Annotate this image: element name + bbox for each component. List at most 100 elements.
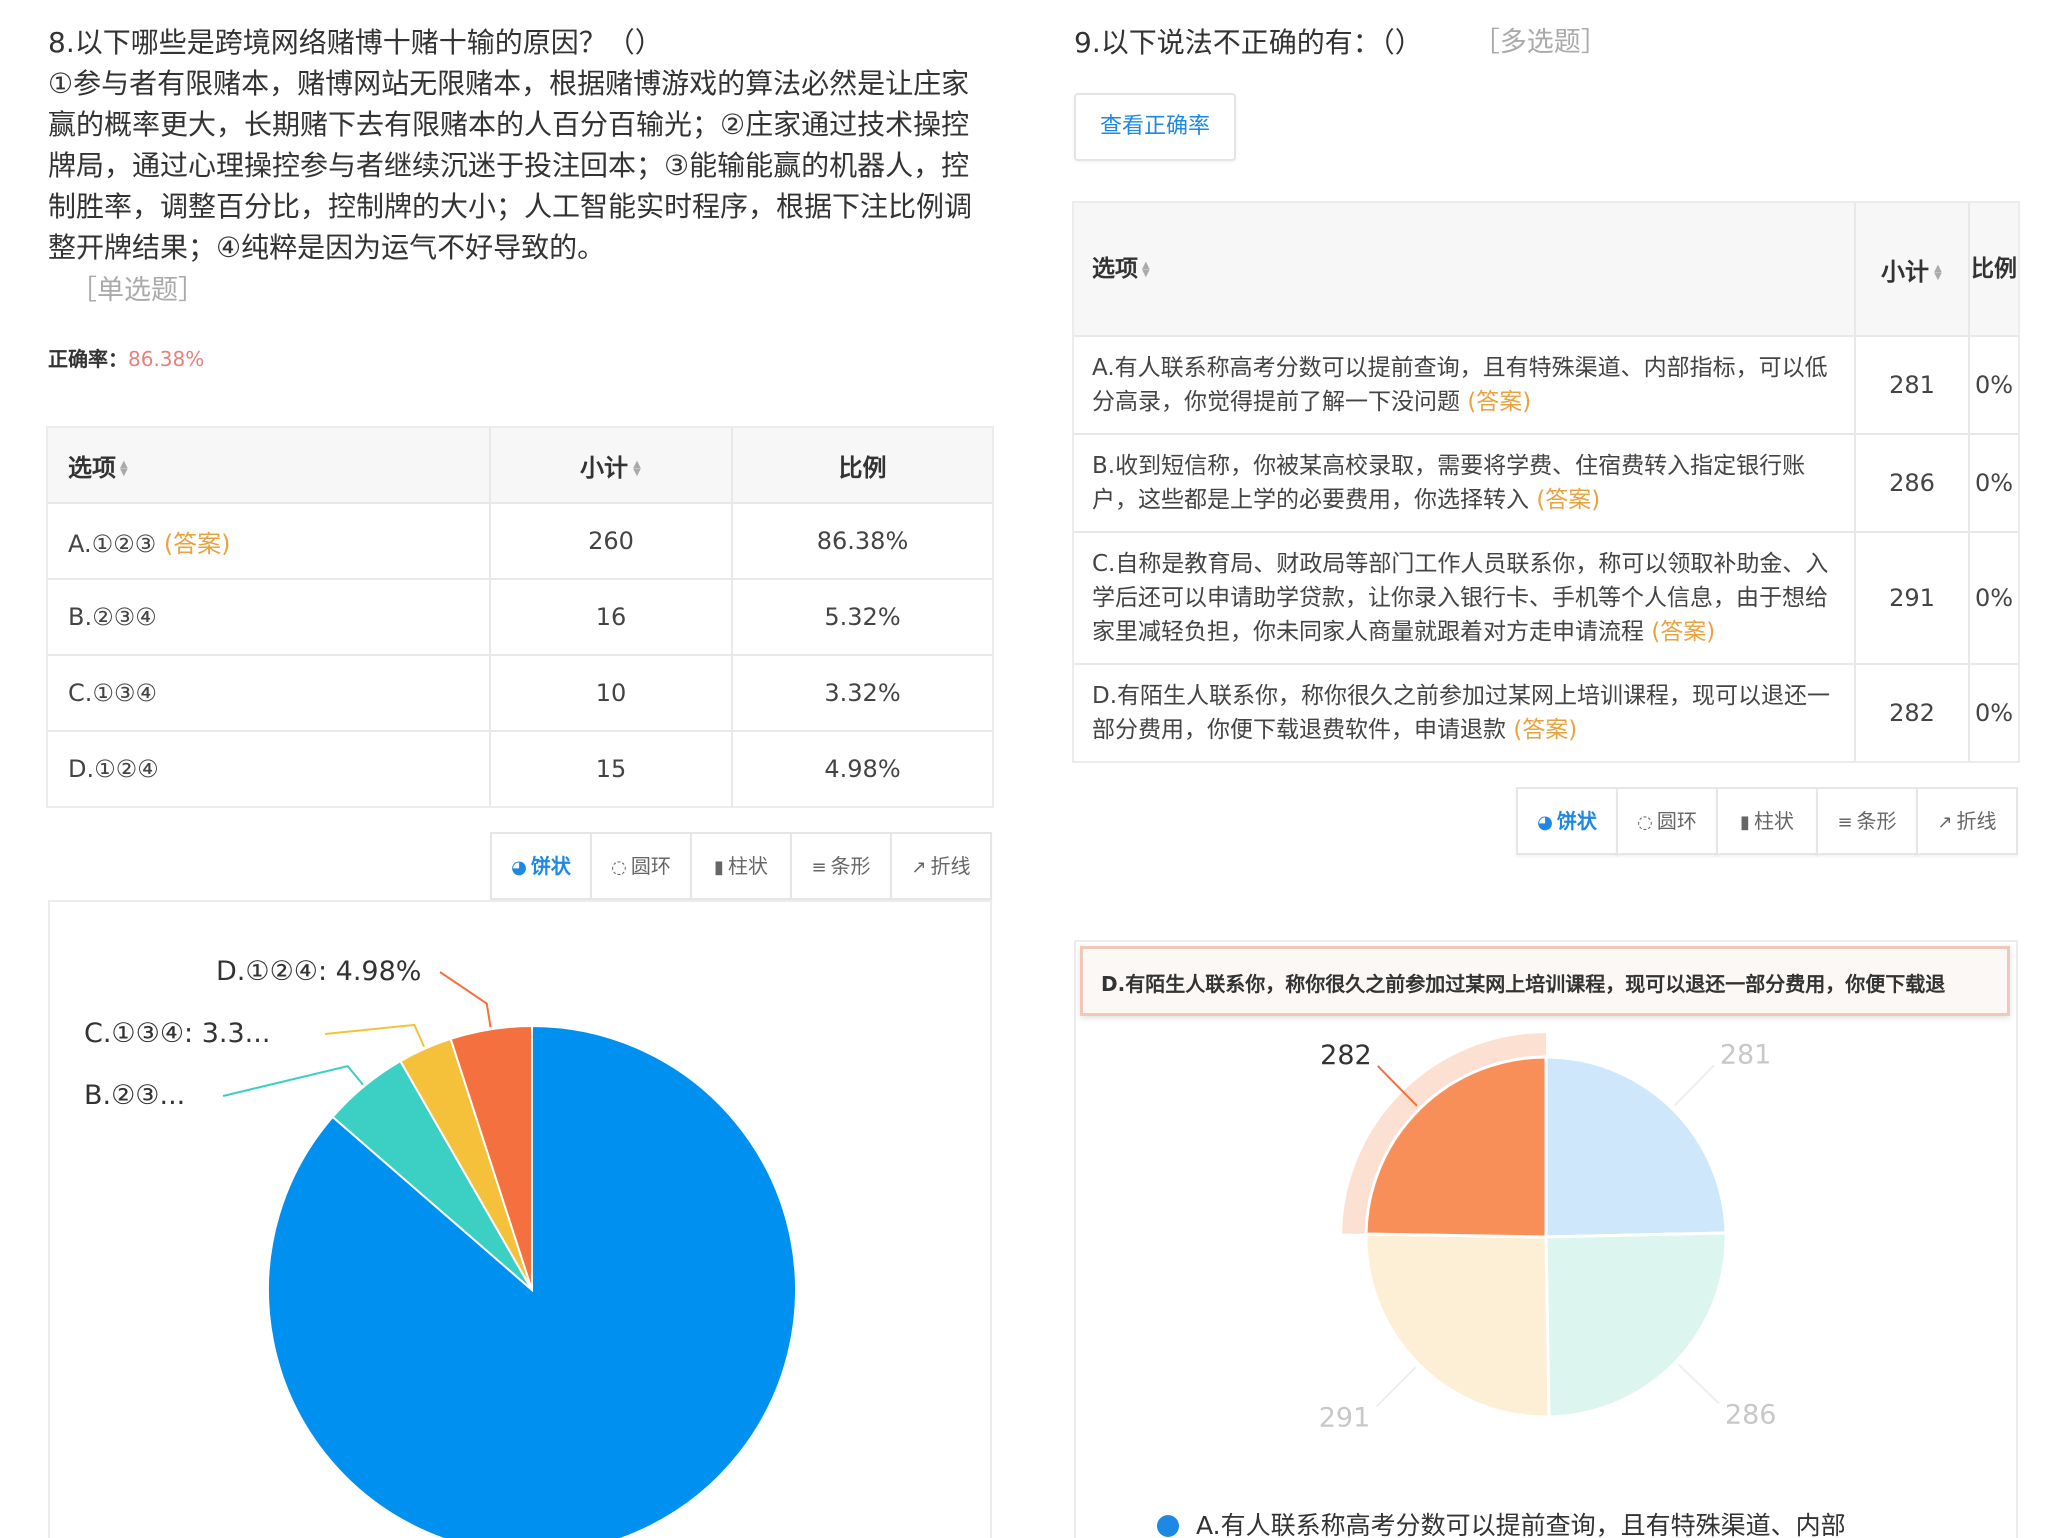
question-8-body: ①参与者有限赌本，赌博网站无限赌本，根据赌博游戏的算法必然是让庄家赢的概率更大，… xyxy=(48,67,973,264)
accuracy-value: 86.38% xyxy=(128,347,205,371)
percent-cell: 3.32% xyxy=(732,654,992,731)
answer-tag: (答案) xyxy=(163,529,231,558)
tab-line[interactable]: ↗ 折线 xyxy=(1916,787,2018,855)
ring-chart-icon: ◌ xyxy=(1637,812,1653,833)
option-cell: C.自称是教育局、财政局等部门工作人员联系你，称可以领取补助金、入学后还可以申请… xyxy=(1074,531,1856,664)
option-cell: D.①②④ xyxy=(48,730,491,806)
sort-icon[interactable]: ▲ ▼ xyxy=(632,459,642,477)
ring-chart-icon: ◌ xyxy=(611,857,627,878)
column-header-option[interactable]: 选项 ▲ ▼ xyxy=(48,428,491,503)
count-cell: 291 xyxy=(1855,531,1970,664)
percent-cell: 86.38% xyxy=(732,502,992,579)
table-row: B.②③④ 16 5.32% xyxy=(48,578,992,655)
question-8-table: 选项 ▲ ▼ 小计 ▲ ▼ 比例 A.①②③ (答案) 260 86.38% B.②③④… xyxy=(48,428,992,806)
tab-column[interactable]: ▮ 柱状 xyxy=(1716,787,1818,855)
sort-icon[interactable]: ▲ ▼ xyxy=(1142,260,1152,278)
option-cell: A.有人联系称高考分数可以提前查询，且有特殊渠道、内部指标，可以低分高录，你觉得… xyxy=(1074,335,1856,434)
chart-type-tabs: ◕ 饼状 ◌ 圆环 ▮ 柱状 ≡ 条形 ↗ 折线 xyxy=(48,832,992,900)
pie-chart-icon: ◕ xyxy=(511,857,527,878)
tab-line[interactable]: ↗ 折线 xyxy=(890,832,992,900)
table-header-row: 选项 ▲ ▼ 小计 ▲ ▼ 比例 xyxy=(48,428,992,503)
legend-item-label: A.有人联系称高考分数可以提前查询，且有特殊渠道、内部 xyxy=(1196,1511,1846,1538)
label-leader-line xyxy=(324,1023,426,1048)
answer-tag: (答案) xyxy=(1536,487,1601,513)
label-leader-line xyxy=(1673,1064,1715,1107)
question-type-badge: ［单选题］ xyxy=(70,275,205,306)
question-9-panel: 9.以下说法不正确的有：（） ［多选题］ 查看正确率 选项 ▲ ▼ 小计 ▲ ▼ 比例 … xyxy=(1074,0,2018,1538)
label-leader-line xyxy=(439,971,492,1028)
pie-chart-svg: B.②③... C.①③④: 3.3... D.①②④: 4.98% xyxy=(84,956,797,1538)
table-header-row: 选项 ▲ ▼ 小计 ▲ ▼ 比例 xyxy=(1074,203,2018,336)
table-row: A.①②③ (答案) 260 86.38% xyxy=(48,502,992,579)
answer-tag: (答案) xyxy=(1467,389,1532,415)
label-leader-line xyxy=(1677,1363,1720,1405)
count-cell: 16 xyxy=(490,578,733,655)
answer-tag: (答案) xyxy=(1651,619,1716,645)
pie-slice xyxy=(1544,1055,1728,1239)
tab-pie[interactable]: ◕ 饼状 xyxy=(490,832,592,900)
table-row: C.自称是教育局、财政局等部门工作人员联系你，称可以领取补助金、入学后还可以申请… xyxy=(1074,531,2018,664)
view-accuracy-button[interactable]: 查看正确率 xyxy=(1074,93,1237,161)
count-cell: 10 xyxy=(490,654,733,731)
table-row: D.①②④ 15 4.98% xyxy=(48,730,992,806)
slice-label: 281 xyxy=(1720,1039,1772,1070)
question-8-title-text: 8.以下哪些是跨境网络赌博十赌十输的原因？（） xyxy=(48,26,663,59)
label-leader-line xyxy=(1375,1366,1417,1408)
percent-cell: 4.98% xyxy=(732,730,992,806)
question-9-title-text: 9.以下说法不正确的有：（） xyxy=(1074,26,1423,59)
percent-cell: 0% xyxy=(1969,663,2018,761)
percent-cell: 0% xyxy=(1969,335,2018,434)
question-8-title: 8.以下哪些是跨境网络赌博十赌十输的原因？（） ①参与者有限赌本，赌博网站无限赌… xyxy=(48,22,992,311)
slice-label: D.①②④: 4.98% xyxy=(216,956,421,987)
table-row: C.①③④ 10 3.32% xyxy=(48,654,992,731)
option-cell: B.收到短信称，你被某高校录取，需要将学费、住宿费转入指定银行账户，这些都是上学… xyxy=(1074,433,1856,532)
tab-ring[interactable]: ◌ 圆环 xyxy=(1616,787,1718,855)
tab-bar[interactable]: ≡ 条形 xyxy=(1816,787,1918,855)
label-leader-line xyxy=(222,1065,364,1097)
tab-pie[interactable]: ◕ 饼状 xyxy=(1516,787,1618,855)
column-header-option[interactable]: 选项 ▲ ▼ xyxy=(1074,203,1856,336)
column-header-percent: 比例 xyxy=(1969,203,2018,336)
pie-slice xyxy=(1364,1055,1548,1239)
count-cell: 281 xyxy=(1855,335,1970,434)
percent-cell: 5.32% xyxy=(732,578,992,655)
table-row: A.有人联系称高考分数可以提前查询，且有特殊渠道、内部指标，可以低分高录，你觉得… xyxy=(1074,335,2018,434)
table-row: B.收到短信称，你被某高校录取，需要将学费、住宿费转入指定银行账户，这些都是上学… xyxy=(1074,433,2018,532)
count-cell: 260 xyxy=(490,502,733,579)
chart-tooltip: D.有陌生人联系你，称你很久之前参加过某网上培训课程，现可以退还一部分费用，你便… xyxy=(1080,946,2010,1016)
slice-label: 282 xyxy=(1320,1040,1372,1071)
option-cell: B.②③④ xyxy=(48,578,491,655)
pie-chart-svg: 281 286 291 282 A.有人联系称高考分数可以提前查询，且有特殊渠道、内部 xyxy=(1157,1033,1846,1538)
slice-label: B.②③... xyxy=(84,1080,185,1111)
column-header-count[interactable]: 小计 ▲ ▼ xyxy=(1855,203,1970,336)
count-cell: 282 xyxy=(1855,663,1970,761)
question-9-table: 选项 ▲ ▼ 小计 ▲ ▼ 比例 A.有人联系称高考分数可以提前查询，且有特殊渠道、内部… xyxy=(1074,203,2018,761)
column-header-percent: 比例 xyxy=(732,428,992,503)
column-header-count[interactable]: 小计 ▲ ▼ xyxy=(490,428,733,503)
tab-bar[interactable]: ≡ 条形 xyxy=(790,832,892,900)
column-chart-icon: ▮ xyxy=(1740,812,1750,833)
bar-chart-icon: ≡ xyxy=(811,857,827,878)
option-cell: D.有陌生人联系你，称你很久之前参加过某网上培训课程，现可以退还一部分费用，你便… xyxy=(1074,663,1856,761)
count-cell: 286 xyxy=(1855,433,1970,532)
percent-cell: 0% xyxy=(1969,433,2018,532)
chart-type-tabs: ◕ 饼状 ◌ 圆环 ▮ 柱状 ≡ 条形 ↗ 折线 xyxy=(1074,787,2018,855)
question-8-panel: 8.以下哪些是跨境网络赌博十赌十输的原因？（） ①参与者有限赌本，赌博网站无限赌… xyxy=(48,0,992,1538)
bar-chart-icon: ≡ xyxy=(1837,812,1853,833)
slice-label: C.①③④: 3.3... xyxy=(84,1018,270,1049)
question-8-chart: B.②③... C.①③④: 3.3... D.①②④: 4.98% xyxy=(48,900,992,1538)
column-chart-icon: ▮ xyxy=(714,857,724,878)
pie-slice xyxy=(1544,1231,1728,1419)
legend-marker xyxy=(1157,1515,1179,1537)
line-chart-icon: ↗ xyxy=(1937,812,1953,833)
option-cell: C.①③④ xyxy=(48,654,491,731)
accuracy-label: 正确率： xyxy=(48,347,128,371)
table-row: D.有陌生人联系你，称你很久之前参加过某网上培训课程，现可以退还一部分费用，你便… xyxy=(1074,663,2018,761)
tab-ring[interactable]: ◌ 圆环 xyxy=(590,832,692,900)
question-9-chart: 281 286 291 282 A.有人联系称高考分数可以提前查询，且有特殊渠道、内部 … xyxy=(1074,940,2018,1538)
slice-label: 291 xyxy=(1319,1403,1371,1434)
option-cell: A.①②③ (答案) xyxy=(48,502,491,579)
sort-icon[interactable]: ▲ ▼ xyxy=(120,459,130,477)
tab-column[interactable]: ▮ 柱状 xyxy=(690,832,792,900)
sort-icon[interactable]: ▲ ▼ xyxy=(1933,263,1943,281)
